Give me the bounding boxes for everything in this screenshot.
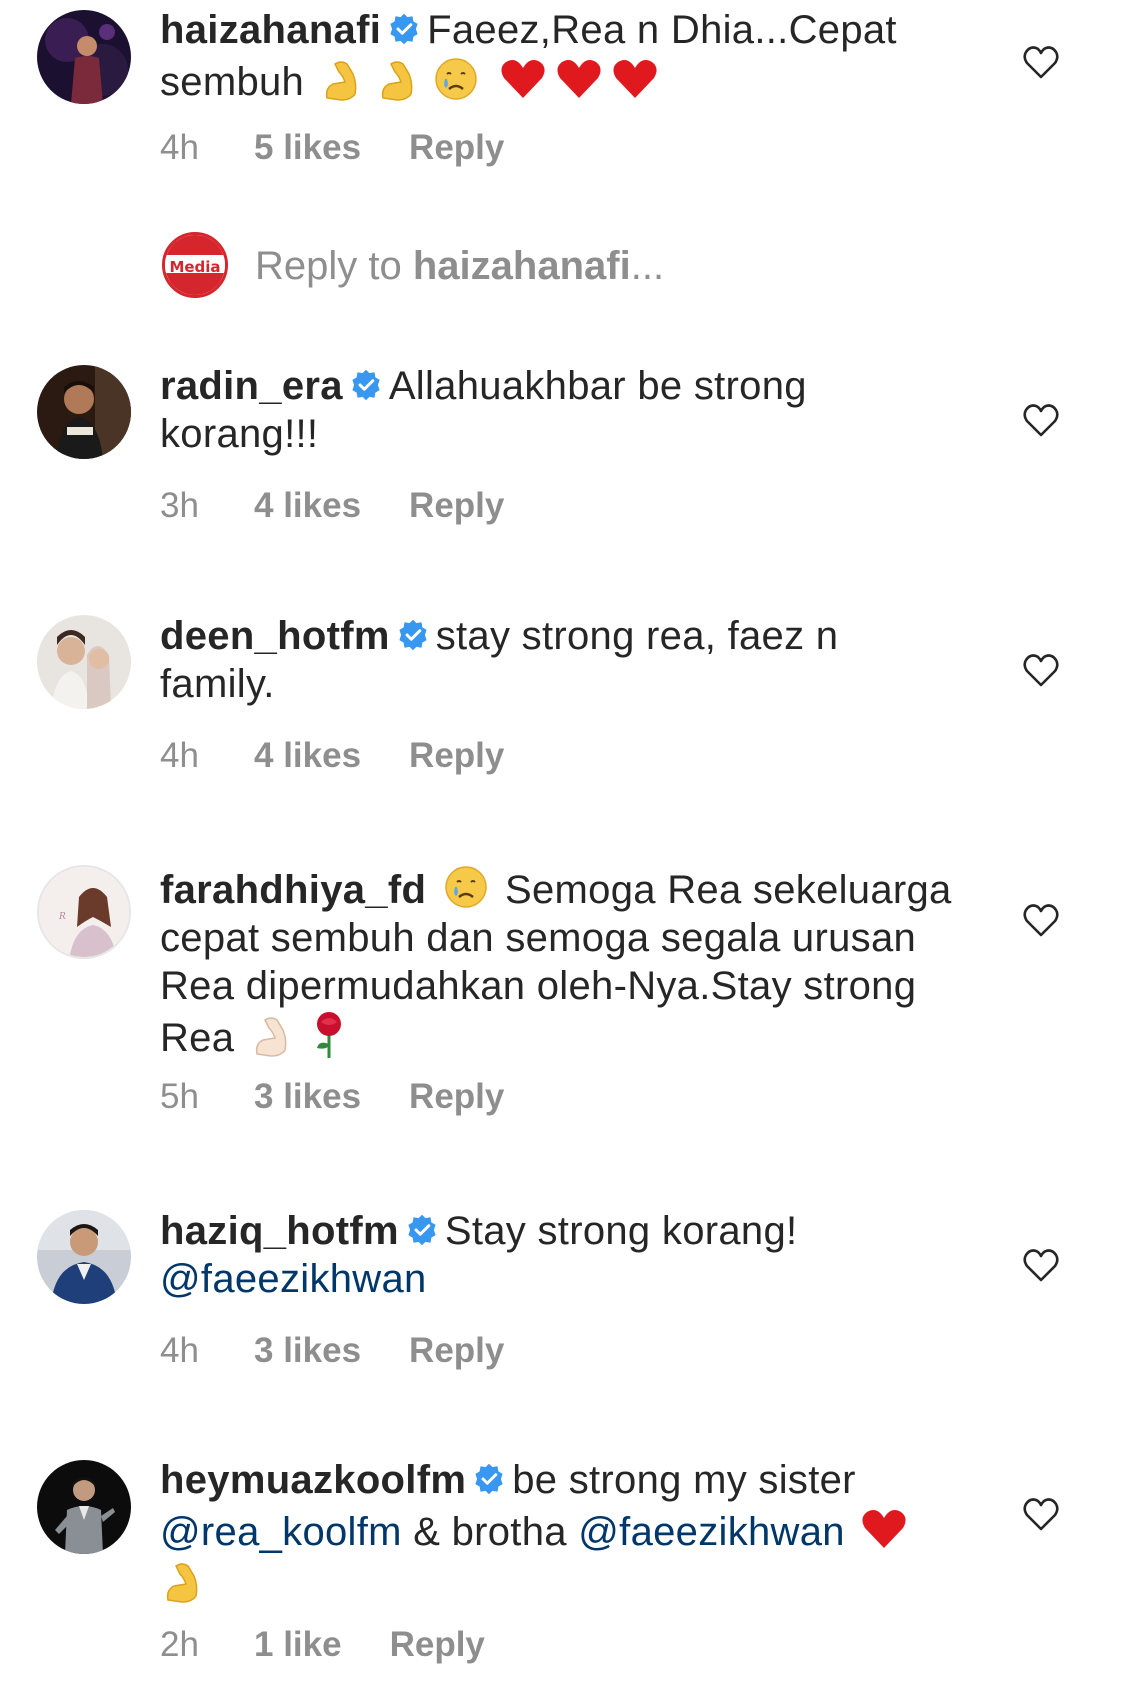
comment-meta: 3h 4 likes Reply xyxy=(160,486,504,526)
rose-icon xyxy=(305,1010,355,1060)
avatar-image xyxy=(37,10,131,104)
timestamp: 4h xyxy=(160,1331,199,1370)
like-heart-icon[interactable] xyxy=(1022,1496,1060,1532)
reply-button[interactable]: Reply xyxy=(409,736,504,776)
avatar[interactable] xyxy=(37,1210,131,1304)
avatar[interactable]: R xyxy=(37,865,131,959)
timestamp: 4h xyxy=(160,736,199,775)
comment-body: heymuazkoolfm be strong my sister @rea_ko… xyxy=(160,1456,960,1608)
username[interactable]: radin_era xyxy=(160,364,343,408)
timestamp: 2h xyxy=(160,1625,199,1664)
reply-button[interactable]: Reply xyxy=(409,128,504,168)
avatar[interactable] xyxy=(37,365,131,459)
comment-body: haizahanafi Faeez,Rea n Dhia...Cepat semb… xyxy=(160,6,960,106)
like-heart-icon[interactable] xyxy=(1022,902,1060,938)
verified-badge-icon xyxy=(387,12,421,46)
like-heart-icon[interactable] xyxy=(1022,652,1060,688)
reply-suffix: ... xyxy=(630,244,665,288)
red-heart-icon xyxy=(859,1504,909,1554)
avatar-image xyxy=(37,1460,131,1554)
username[interactable]: farahdhiya_fd xyxy=(160,868,426,912)
likes-count[interactable]: 5 likes xyxy=(254,128,361,168)
timestamp: 5h xyxy=(160,1077,199,1116)
username[interactable]: haizahanafi xyxy=(160,8,381,52)
likes-count[interactable]: 1 like xyxy=(254,1625,342,1665)
red-heart-icon xyxy=(498,54,548,104)
media-logo-avatar: Media xyxy=(162,232,228,298)
like-heart-icon[interactable] xyxy=(1022,44,1060,80)
avatar[interactable] xyxy=(37,1460,131,1554)
comment-body: farahdhiya_fd Semoga Rea sekeluarga cepa… xyxy=(160,862,960,1062)
verified-badge-icon xyxy=(349,368,383,402)
flexed-biceps-icon xyxy=(319,54,369,104)
avatar[interactable] xyxy=(37,615,131,709)
comment-body: haziq_hotfm Stay strong korang! @faeezikh… xyxy=(160,1207,960,1303)
svg-text:R: R xyxy=(58,912,66,922)
likes-count[interactable]: 4 likes xyxy=(254,736,361,776)
comment-meta: 4h 3 likes Reply xyxy=(160,1331,504,1371)
like-heart-icon[interactable] xyxy=(1022,402,1060,438)
comment-body: deen_hotfm stay strong rea, faez n family… xyxy=(160,612,960,708)
comment-meta: 4h 4 likes Reply xyxy=(160,736,504,776)
reply-button[interactable]: Reply xyxy=(409,1331,504,1371)
red-heart-icon xyxy=(554,54,604,104)
avatar[interactable] xyxy=(37,10,131,104)
timestamp: 3h xyxy=(160,486,199,525)
likes-count[interactable]: 4 likes xyxy=(254,486,361,526)
avatar-image xyxy=(37,615,131,709)
verified-badge-icon xyxy=(396,618,430,652)
reply-button[interactable]: Reply xyxy=(390,1625,485,1665)
comment-meta: 5h 3 likes Reply xyxy=(160,1077,504,1117)
username[interactable]: heymuazkoolfm xyxy=(160,1458,466,1502)
reply-prefix: Reply to xyxy=(255,244,402,288)
reply-button[interactable]: Reply xyxy=(409,486,504,526)
likes-count[interactable]: 3 likes xyxy=(254,1331,361,1371)
username[interactable]: haziq_hotfm xyxy=(160,1209,399,1253)
comment-body: radin_era Allahuakhbar be strong korang!!… xyxy=(160,362,960,458)
like-heart-icon[interactable] xyxy=(1022,1247,1060,1283)
mention-link[interactable]: @rea_koolfm xyxy=(160,1510,402,1554)
flexed-biceps-icon xyxy=(375,54,425,104)
reply-prompt-text[interactable]: Reply to haizahanafi... xyxy=(255,244,664,289)
comment-meta: 2h 1 like Reply xyxy=(160,1625,485,1665)
crying-face-icon xyxy=(431,54,481,104)
flexed-biceps-icon xyxy=(160,1556,210,1606)
verified-badge-icon xyxy=(405,1213,439,1247)
username[interactable]: deen_hotfm xyxy=(160,614,390,658)
avatar-image: R xyxy=(39,867,129,957)
comment-text: be strong my sister xyxy=(512,1458,856,1502)
mention-link[interactable]: @faeezikhwan xyxy=(160,1257,427,1301)
mention-link[interactable]: @faeezikhwan xyxy=(578,1510,845,1554)
comment-meta: 4h 5 likes Reply xyxy=(160,128,504,168)
timestamp: 4h xyxy=(160,128,199,167)
likes-count[interactable]: 3 likes xyxy=(254,1077,361,1117)
red-heart-icon xyxy=(610,54,660,104)
flexed-biceps-light-icon xyxy=(249,1010,299,1060)
avatar-image xyxy=(37,1210,131,1304)
comment-text: Stay strong korang! xyxy=(444,1209,798,1253)
verified-badge-icon xyxy=(472,1462,506,1496)
crying-face-icon xyxy=(441,862,491,912)
reply-button[interactable]: Reply xyxy=(409,1077,504,1117)
avatar-image xyxy=(37,365,131,459)
reply-target: haizahanafi xyxy=(412,244,631,288)
comment-text-middle: & brotha xyxy=(413,1510,567,1554)
